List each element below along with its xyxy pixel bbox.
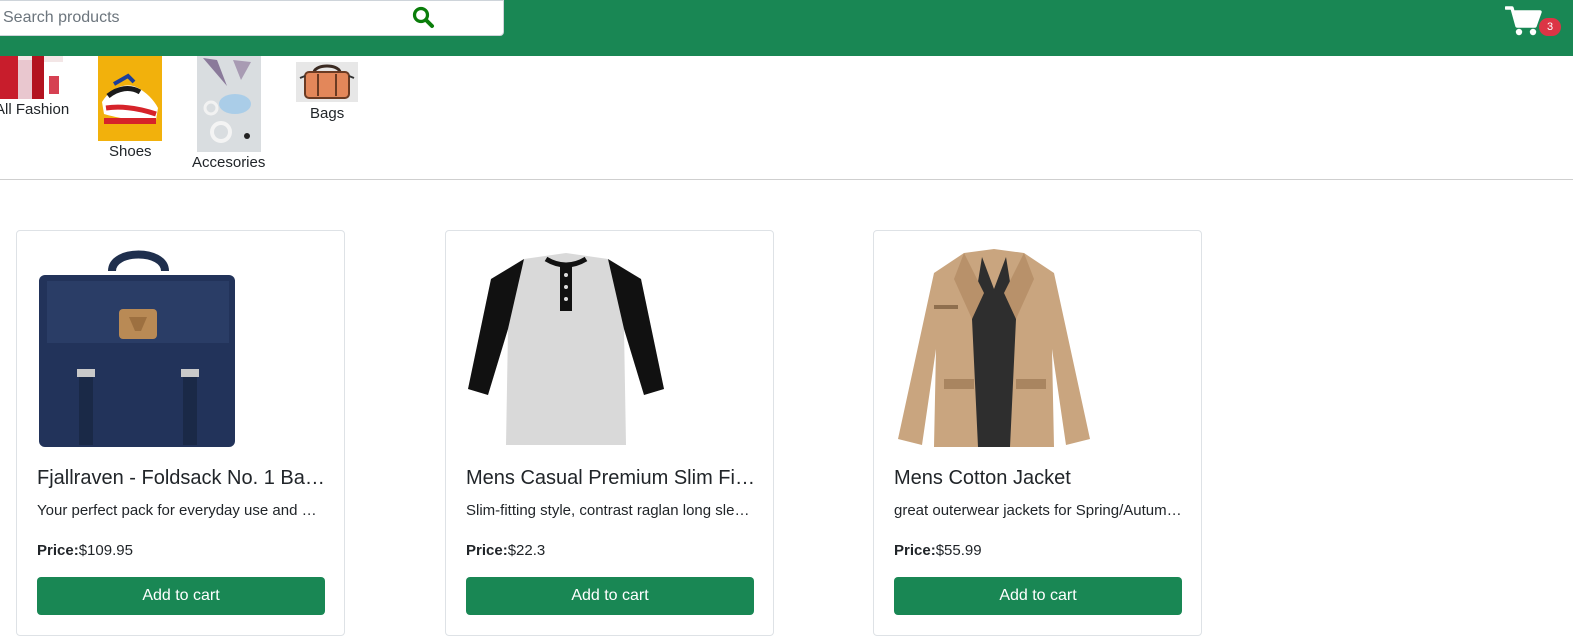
shopping-cart-icon: [1504, 6, 1542, 36]
bags-thumbnail: [296, 62, 358, 102]
price-value: $55.99: [935, 542, 982, 559]
cart-button[interactable]: 3: [1504, 4, 1561, 40]
category-bar: All Fashion Shoes Accesories Bags: [0, 56, 1573, 180]
product-card: Fjallraven - Foldsack No. 1 Backpack, Fi…: [16, 230, 345, 636]
category-label: All Fashion: [0, 101, 70, 118]
product-title[interactable]: Mens Cotton Jacket: [894, 467, 1184, 490]
search-icon: [412, 6, 434, 28]
category-label: Shoes: [109, 143, 152, 160]
product-image-tshirt: [468, 253, 664, 445]
price-label: Price:: [37, 542, 79, 559]
product-image-jacket: [898, 249, 1090, 447]
product-title[interactable]: Mens Casual Premium Slim Fit T-Shirts: [466, 467, 756, 490]
add-to-cart-button[interactable]: Add to cart: [894, 577, 1182, 615]
search-button[interactable]: [411, 5, 439, 31]
category-label: Accesories: [192, 154, 266, 171]
product-description: great outerwear jackets for Spring/Autum…: [894, 502, 1184, 519]
product-price: Price:$109.95: [37, 542, 133, 559]
price-label: Price:: [894, 542, 936, 559]
product-price: Price:$55.99: [894, 542, 982, 559]
accessories-thumbnail: [197, 56, 261, 152]
search-box: [0, 0, 504, 36]
top-navbar: 3: [0, 0, 1573, 56]
price-label: Price:: [466, 542, 508, 559]
product-card: Mens Cotton Jacket great outerwear jacke…: [873, 230, 1202, 636]
cart-count-badge: 3: [1539, 18, 1561, 36]
product-title[interactable]: Fjallraven - Foldsack No. 1 Backpack, Fi…: [37, 467, 327, 490]
all-fashion-thumbnail: [0, 56, 63, 99]
search-input[interactable]: [0, 1, 391, 35]
product-description: Slim-fitting style, contrast raglan long…: [466, 502, 756, 519]
price-value: $109.95: [78, 542, 133, 559]
category-label: Bags: [310, 105, 345, 122]
add-to-cart-button[interactable]: Add to cart: [37, 577, 325, 615]
shoes-thumbnail: [98, 56, 162, 141]
product-description: Your perfect pack for everyday use and w…: [37, 502, 327, 519]
product-card: Mens Casual Premium Slim Fit T-Shirts Sl…: [445, 230, 774, 636]
product-price: Price:$22.3: [466, 542, 545, 559]
price-value: $22.3: [507, 542, 546, 559]
add-to-cart-button[interactable]: Add to cart: [466, 577, 754, 615]
product-image-backpack: [39, 250, 235, 447]
